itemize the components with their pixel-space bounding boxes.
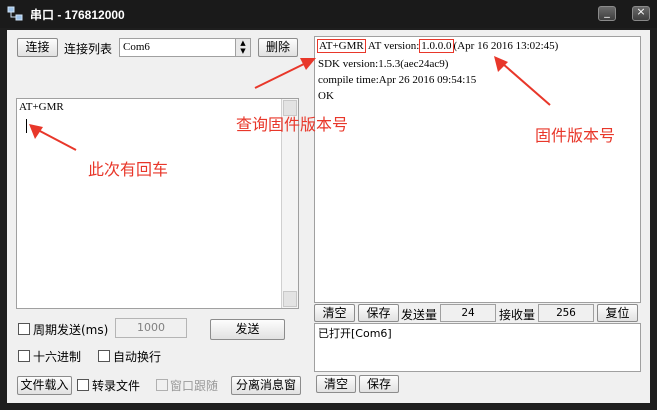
- hex-checkbox[interactable]: [18, 350, 30, 362]
- close-button[interactable]: ×: [632, 5, 650, 21]
- follow-window-checkbox: [156, 379, 168, 391]
- recv-count-value: 256: [538, 304, 594, 322]
- window-title: 串口 - 176812000: [30, 8, 125, 22]
- sent-count-label: 发送量: [401, 308, 438, 322]
- connect-button[interactable]: 连接: [17, 38, 58, 57]
- log-textarea[interactable]: 已打开[Com6]: [314, 323, 641, 372]
- recv-at-version-label: AT version:: [365, 40, 420, 52]
- clear-receive-button[interactable]: 清空: [314, 304, 355, 322]
- recv-line-3: compile time:Apr 26 2016 09:54:15: [318, 74, 477, 86]
- periodic-send-label: 周期发送(ms): [33, 323, 109, 337]
- log-text: 已打开[Com6]: [318, 327, 392, 340]
- record-file-label: 转录文件: [92, 379, 141, 393]
- recv-line-2: SDK version:1.5.3(aec24ac9): [318, 58, 449, 70]
- autowrap-checkbox[interactable]: [98, 350, 110, 362]
- reset-button[interactable]: 复位: [597, 304, 638, 322]
- delete-button[interactable]: 删除: [258, 38, 298, 57]
- serial-window: 串口 - 176812000 _ × 连接 连接列表 Com6 ▲ ▼ 删除 AT…: [0, 0, 657, 410]
- title-bar: 串口 - 176812000 _ ×: [0, 0, 657, 28]
- spinner-arrows-icon[interactable]: ▲ ▼: [235, 39, 250, 56]
- load-file-button[interactable]: 文件载入: [17, 376, 72, 395]
- recv-command: AT+GMR: [317, 39, 366, 53]
- send-text: AT+GMR: [19, 101, 64, 113]
- recv-version-number: 1.0.0.0: [419, 39, 454, 53]
- hex-label: 十六进制: [33, 350, 82, 364]
- scroll-down-button[interactable]: [283, 291, 297, 307]
- minimize-icon: _: [604, 5, 610, 18]
- record-file-checkbox[interactable]: [77, 379, 89, 391]
- recv-build-date: (Apr 16 2016 13:02:45): [453, 40, 559, 52]
- network-icon: [7, 6, 23, 21]
- port-value: Com6: [123, 41, 150, 53]
- recv-line-4: OK: [318, 90, 334, 102]
- annotation-firmware-version: 固件版本号: [535, 126, 616, 145]
- save-log-button[interactable]: 保存: [359, 375, 399, 393]
- recv-line-1: AT+GMR AT version: 1.0.0.0 (Apr 16 2016 13…: [317, 39, 559, 53]
- port-select[interactable]: Com6 ▲ ▼: [119, 38, 251, 57]
- receive-textarea[interactable]: AT+GMR AT version: 1.0.0.0 (Apr 16 2016 13…: [314, 36, 641, 303]
- period-input[interactable]: 1000: [115, 318, 187, 338]
- sent-count-value: 24: [440, 304, 496, 322]
- detach-message-window-button[interactable]: 分离消息窗: [231, 376, 301, 395]
- annotation-query-version: 查询固件版本号: [236, 115, 349, 134]
- send-button[interactable]: 发送: [210, 319, 285, 340]
- text-cursor: [26, 119, 27, 133]
- client-area: 连接 连接列表 Com6 ▲ ▼ 删除 AT+GMR AT+GMR AT vers…: [7, 30, 650, 403]
- periodic-send-checkbox[interactable]: [18, 323, 30, 335]
- connection-list-label: 连接列表: [64, 42, 113, 56]
- save-receive-button[interactable]: 保存: [358, 304, 399, 322]
- recv-count-label: 接收量: [499, 308, 536, 322]
- close-icon: ×: [636, 5, 646, 18]
- minimize-button[interactable]: _: [598, 5, 616, 21]
- follow-window-label: 窗口跟随: [170, 379, 219, 393]
- annotation-has-enter: 此次有回车: [88, 160, 169, 179]
- autowrap-label: 自动换行: [113, 350, 162, 364]
- clear-log-button[interactable]: 清空: [316, 375, 356, 393]
